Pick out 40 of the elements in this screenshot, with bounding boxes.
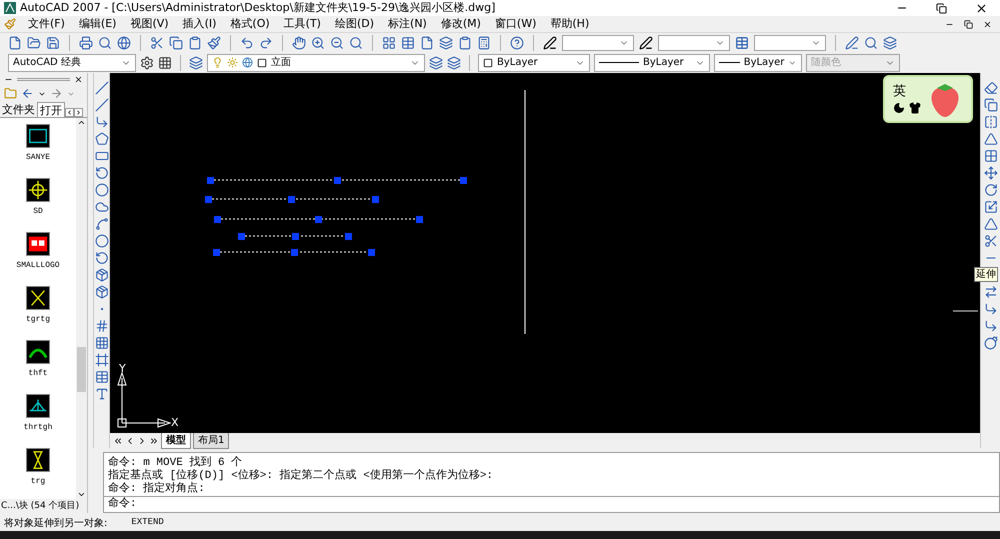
color-dropdown[interactable]: ByLayer <box>478 54 590 72</box>
axis-label: X <box>171 415 179 431</box>
window-title: AutoCAD 2007 - [C:\Users\Administrator\Desktop\新建文件夹\19-5-29\逸兴园小区楼.dwg] <box>20 0 496 16</box>
layout-tab[interactable]: 模型 <box>161 432 191 449</box>
menu-item[interactable]: 格式(O) <box>228 16 272 32</box>
palette-status: C...\块 (54 个项目) <box>0 500 80 513</box>
command-history-line: 命令: m MOVE 找到 6 个 <box>108 457 244 469</box>
menu-item[interactable]: 工具(T) <box>282 16 323 32</box>
lineweight-dropdown[interactable]: ByLayer <box>714 54 802 72</box>
palette-tab[interactable]: 打开 <box>37 102 65 117</box>
block-label: thft <box>28 368 48 380</box>
status-command: EXTEND <box>131 516 164 530</box>
palette-tab[interactable]: 文件夹 <box>0 102 37 117</box>
layout-tab[interactable]: 布局1 <box>193 432 230 449</box>
tooltip: 延伸 <box>974 267 998 282</box>
block-label: tgrtg <box>26 314 50 326</box>
layer-dropdown[interactable]: 立面 <box>207 54 425 72</box>
menu-item[interactable]: 窗口(W) <box>492 16 538 32</box>
menu-item[interactable]: 帮助(H) <box>548 16 592 32</box>
command-prompt[interactable]: 命令: <box>108 496 137 513</box>
block-label: trg <box>30 476 46 488</box>
block-label: thrtgh <box>24 422 52 434</box>
menu-item[interactable]: 插入(I) <box>180 16 218 32</box>
workspace-dropdown[interactable]: AutoCAD 经典 <box>8 54 136 72</box>
block-label: SMALLLOGO <box>16 260 60 272</box>
block-label: SANYE <box>26 152 50 164</box>
menu-item[interactable]: 文件(F) <box>26 16 67 32</box>
block-label: SD <box>33 206 43 218</box>
menu-item[interactable]: 标注(N) <box>386 16 429 32</box>
command-history-line: 指定基点或 [位移(D)] <位移>: 指定第二个点或 <使用第一个点作为位移>: <box>108 470 494 482</box>
menu-item[interactable]: 编辑(E) <box>76 16 118 32</box>
ime-mode[interactable]: 英 <box>893 84 921 98</box>
linetype-dropdown[interactable]: ByLayer <box>594 54 710 72</box>
menu-item[interactable]: 绘图(D) <box>332 16 376 32</box>
command-history-line: 命令: 指定对角点: <box>108 483 206 496</box>
menu-item[interactable]: 视图(V) <box>128 16 171 32</box>
ime-widget[interactable]: 英 <box>883 75 973 123</box>
menu-item[interactable]: 修改(M) <box>438 16 483 32</box>
axis-label: Y <box>119 361 126 377</box>
status-prompt: 将对象延伸到另一对象: <box>4 516 108 530</box>
